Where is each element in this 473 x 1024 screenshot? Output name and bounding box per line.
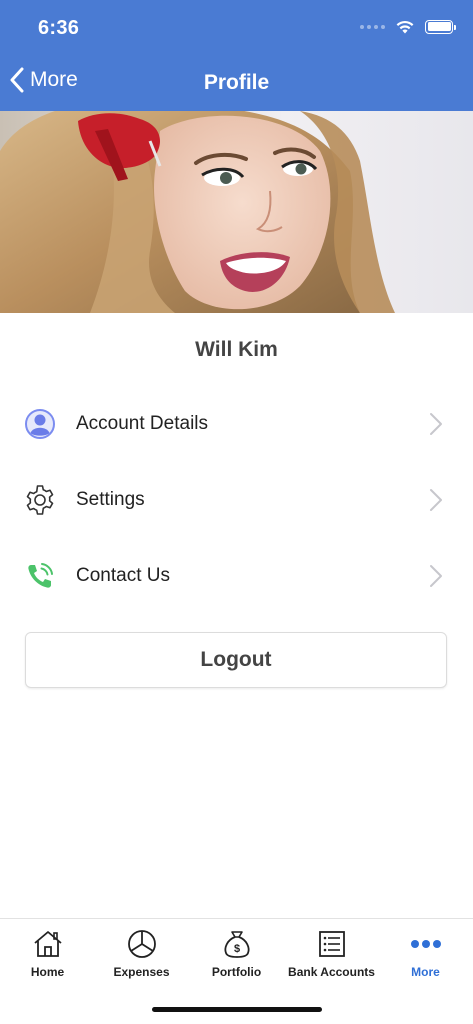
status-indicators	[360, 19, 456, 34]
chevron-right-icon	[430, 565, 442, 587]
tab-label-portfolio: Portfolio	[211, 965, 262, 979]
more-dots-icon	[409, 927, 443, 961]
header: 6:36 More Profile	[0, 0, 473, 111]
logout-button[interactable]: Logout	[25, 632, 447, 688]
profile-photo-image	[0, 111, 473, 313]
profile-photo	[0, 111, 473, 313]
money-bag-icon: $	[220, 927, 254, 961]
pie-chart-icon	[125, 927, 159, 961]
gear-icon	[24, 484, 56, 516]
svg-text:$: $	[233, 943, 239, 955]
chevron-right-icon	[430, 413, 442, 435]
tab-bank-accounts[interactable]: Bank Accounts	[284, 927, 379, 985]
list-icon	[315, 927, 349, 961]
wifi-icon	[396, 20, 414, 34]
phone-ringing-icon	[24, 560, 56, 592]
menu-label-settings: Settings	[76, 489, 145, 510]
menu-item-account-details[interactable]: Account Details	[0, 394, 473, 454]
menu-item-contact-us[interactable]: Contact Us	[0, 546, 473, 606]
tab-label-more: More	[411, 965, 440, 979]
menu-label-account-details: Account Details	[76, 413, 209, 434]
tab-expenses[interactable]: Expenses	[94, 927, 189, 985]
signal-icon	[360, 24, 385, 29]
user-name: Will Kim	[195, 338, 278, 361]
tab-more[interactable]: More	[378, 927, 473, 985]
battery-icon	[425, 19, 456, 34]
home-indicator[interactable]	[152, 1007, 322, 1012]
user-circle-icon	[24, 408, 56, 440]
tab-home[interactable]: Home	[0, 927, 95, 985]
home-icon	[31, 927, 65, 961]
menu-label-contact-us: Contact Us	[76, 565, 170, 586]
tab-portfolio[interactable]: $ Portfolio	[189, 927, 284, 985]
tab-label-bank-accounts: Bank Accounts	[288, 965, 375, 979]
tab-label-expenses: Expenses	[113, 965, 170, 979]
chevron-right-icon	[430, 489, 442, 511]
status-time: 6:36	[38, 17, 80, 39]
menu-item-settings[interactable]: Settings	[0, 470, 473, 530]
tab-label-home: Home	[30, 965, 65, 979]
page-title: Profile	[203, 71, 270, 94]
